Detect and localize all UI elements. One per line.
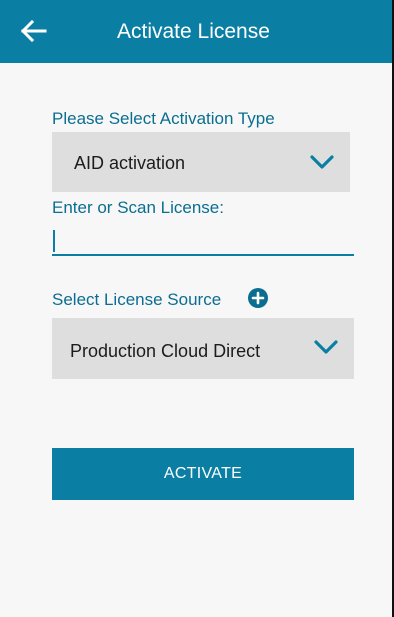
- app-bar: Activate License: [0, 0, 392, 63]
- chevron-down-icon: [314, 340, 338, 354]
- activation-type-label: Please Select Activation Type: [52, 109, 275, 128]
- arrow-left-icon: [20, 19, 47, 43]
- chevron-down-icon: [310, 155, 334, 169]
- page-title: Activate License: [117, 20, 270, 43]
- license-input[interactable]: [52, 200, 354, 256]
- activate-button[interactable]: ACTIVATE: [52, 448, 354, 500]
- back-button[interactable]: [16, 14, 50, 48]
- plus-circle-icon[interactable]: [248, 288, 268, 308]
- license-source-dropdown[interactable]: Production Cloud Direct: [52, 318, 354, 379]
- license-source-value: Production Cloud Direct: [70, 341, 261, 361]
- license-source-label: Select License Source: [52, 290, 222, 309]
- activation-type-value: AID activation: [74, 153, 186, 173]
- text-cursor: [53, 230, 55, 252]
- activation-type-dropdown[interactable]: AID activation: [52, 132, 350, 192]
